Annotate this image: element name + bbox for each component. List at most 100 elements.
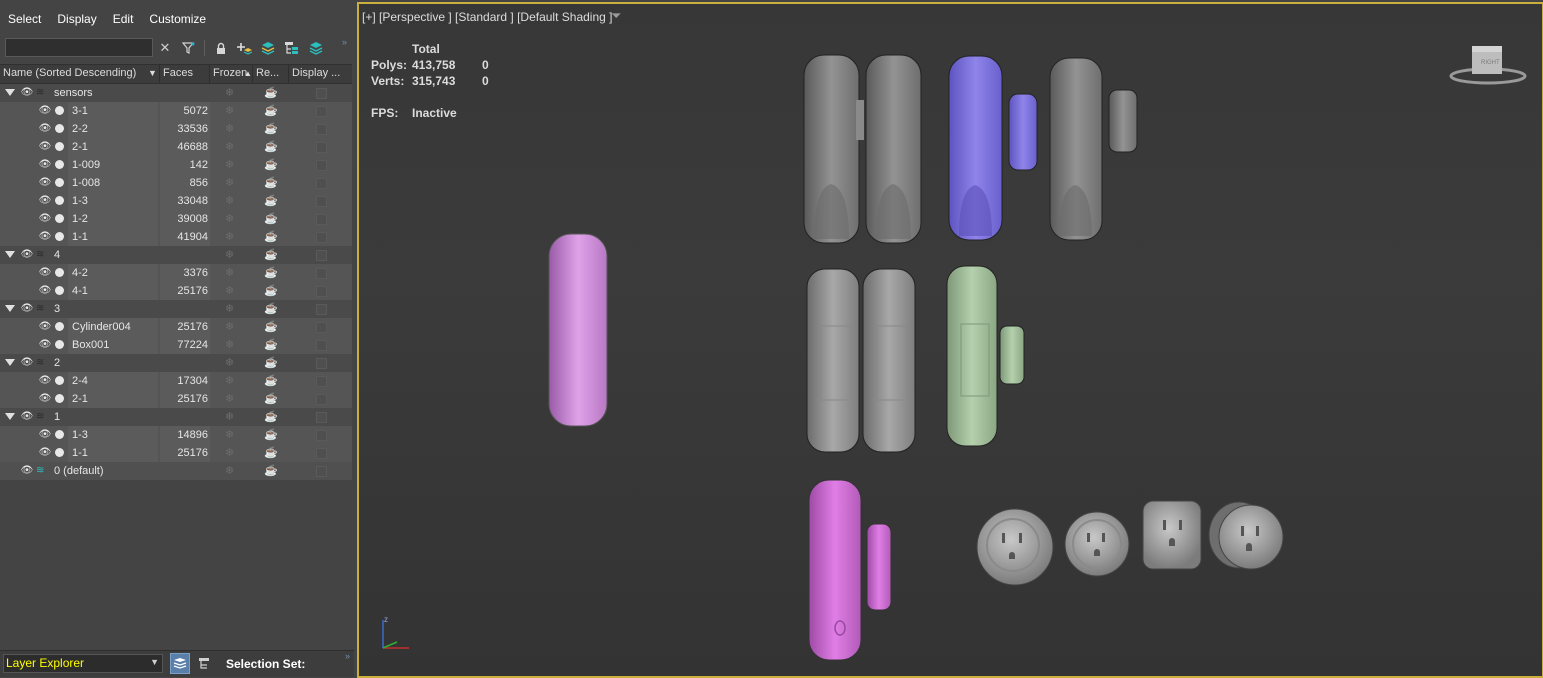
visibility-eye-icon[interactable]: 👁 xyxy=(38,320,52,333)
object-name[interactable]: 1-2 xyxy=(72,213,88,225)
freeze-icon[interactable]: ❄ xyxy=(225,374,234,387)
col-faces[interactable]: Faces xyxy=(163,67,193,79)
lock-icon[interactable] xyxy=(212,39,230,57)
render-teapot-icon[interactable]: ☕ xyxy=(264,392,278,405)
more-icon[interactable]: » xyxy=(345,651,350,661)
more-icon[interactable]: » xyxy=(342,37,347,47)
object-name[interactable]: 4-2 xyxy=(72,267,88,279)
freeze-icon[interactable]: ❄ xyxy=(225,122,234,135)
menu-edit[interactable]: Edit xyxy=(105,10,142,34)
display-box-icon[interactable] xyxy=(316,322,327,333)
display-box-icon[interactable] xyxy=(316,178,327,189)
object-row[interactable]: 👁 1-009 142 ❄ ☕ xyxy=(0,156,352,174)
object-row[interactable]: 👁 2-1 25176 ❄ ☕ xyxy=(0,390,352,408)
render-teapot-icon[interactable]: ☕ xyxy=(264,140,278,153)
sensor-model[interactable] xyxy=(946,265,1025,447)
object-row[interactable]: 👁 1-008 856 ❄ ☕ xyxy=(0,174,352,192)
display-box-icon[interactable] xyxy=(316,358,327,369)
display-box-icon[interactable] xyxy=(316,376,327,387)
render-teapot-icon[interactable]: ☕ xyxy=(264,284,278,297)
render-teapot-icon[interactable]: ☕ xyxy=(264,230,278,243)
freeze-icon[interactable]: ❄ xyxy=(225,428,234,441)
freeze-icon[interactable]: ❄ xyxy=(225,410,234,423)
freeze-icon[interactable]: ❄ xyxy=(225,302,234,315)
sensor-model[interactable] xyxy=(803,54,864,244)
visibility-eye-icon[interactable]: 👁 xyxy=(38,158,52,171)
menu-customize[interactable]: Customize xyxy=(141,10,214,34)
freeze-icon[interactable]: ❄ xyxy=(225,446,234,459)
layer-row[interactable]: 👁 ≋ 1 ❄ ☕ xyxy=(0,408,352,426)
freeze-icon[interactable]: ❄ xyxy=(225,104,234,117)
object-row[interactable]: 👁 1-1 25176 ❄ ☕ xyxy=(0,444,352,462)
layer-row[interactable]: 👁 ≋ 3 ❄ ☕ xyxy=(0,300,352,318)
display-box-icon[interactable] xyxy=(316,340,327,351)
menu-select[interactable]: Select xyxy=(0,10,49,34)
display-box-icon[interactable] xyxy=(316,286,327,297)
render-teapot-icon[interactable]: ☕ xyxy=(264,104,278,117)
sensor-model[interactable] xyxy=(806,268,860,453)
visibility-eye-icon[interactable]: 👁 xyxy=(38,212,52,225)
visibility-eye-icon[interactable]: 👁 xyxy=(38,176,52,189)
freeze-icon[interactable]: ❄ xyxy=(225,158,234,171)
outlet-model[interactable] xyxy=(1208,501,1284,570)
render-teapot-icon[interactable]: ☕ xyxy=(264,158,278,171)
render-teapot-icon[interactable]: ☕ xyxy=(264,302,278,315)
layer-row[interactable]: 👁 ≋ 0 (default) ❄ ☕ xyxy=(0,462,352,480)
visibility-eye-icon[interactable]: 👁 xyxy=(38,374,52,387)
explorer-dropdown[interactable]: Layer Explorer ▼ xyxy=(3,654,163,673)
hierarchy-icon[interactable] xyxy=(283,39,301,57)
display-box-icon[interactable] xyxy=(316,232,327,243)
object-row[interactable]: 👁 1-3 14896 ❄ ☕ xyxy=(0,426,352,444)
add-to-layer-icon[interactable] xyxy=(235,39,253,57)
visibility-eye-icon[interactable]: 👁 xyxy=(38,392,52,405)
visibility-eye-icon[interactable]: 👁 xyxy=(38,230,52,243)
menu-display[interactable]: Display xyxy=(49,10,104,34)
visibility-eye-icon[interactable]: 👁 xyxy=(20,302,34,315)
visibility-eye-icon[interactable]: 👁 xyxy=(38,266,52,279)
visibility-eye-icon[interactable]: 👁 xyxy=(38,104,52,117)
visibility-eye-icon[interactable]: 👁 xyxy=(38,194,52,207)
render-teapot-icon[interactable]: ☕ xyxy=(264,176,278,189)
hierarchy-mode-button[interactable] xyxy=(195,653,215,674)
expand-arrow-icon[interactable] xyxy=(5,305,15,312)
visibility-eye-icon[interactable]: 👁 xyxy=(38,446,52,459)
freeze-icon[interactable]: ❄ xyxy=(225,140,234,153)
layer-stack-icon[interactable] xyxy=(307,39,325,57)
object-name[interactable]: 1-008 xyxy=(72,177,100,189)
layer-name[interactable]: 4 xyxy=(54,249,60,261)
display-box-icon[interactable] xyxy=(316,304,327,315)
object-name[interactable]: 4-1 xyxy=(72,285,88,297)
display-box-icon[interactable] xyxy=(316,124,327,135)
freeze-icon[interactable]: ❄ xyxy=(225,320,234,333)
visibility-eye-icon[interactable]: 👁 xyxy=(20,248,34,261)
object-row[interactable]: 👁 3-1 5072 ❄ ☕ xyxy=(0,102,352,120)
layer-row[interactable]: 👁 ≋ sensors ❄ ☕ xyxy=(0,84,352,102)
display-box-icon[interactable] xyxy=(316,160,327,171)
freeze-icon[interactable]: ❄ xyxy=(225,356,234,369)
display-box-icon[interactable] xyxy=(316,412,327,423)
visibility-eye-icon[interactable]: 👁 xyxy=(20,86,34,99)
object-name[interactable]: 1-1 xyxy=(72,231,88,243)
sensor-model[interactable] xyxy=(865,54,922,244)
layer-row[interactable]: 👁 ≋ 2 ❄ ☕ xyxy=(0,354,352,372)
sensor-model[interactable] xyxy=(862,268,916,453)
display-box-icon[interactable] xyxy=(316,448,327,459)
freeze-icon[interactable]: ❄ xyxy=(225,176,234,189)
render-teapot-icon[interactable]: ☕ xyxy=(264,464,278,477)
object-name[interactable]: 1-1 xyxy=(72,447,88,459)
freeze-icon[interactable]: ❄ xyxy=(225,266,234,279)
display-box-icon[interactable] xyxy=(316,394,327,405)
col-display[interactable]: Display ... xyxy=(292,67,340,79)
display-box-icon[interactable] xyxy=(316,88,327,99)
object-name[interactable]: 1-009 xyxy=(72,159,100,171)
layer-name[interactable]: 2 xyxy=(54,357,60,369)
freeze-icon[interactable]: ❄ xyxy=(225,194,234,207)
object-name[interactable]: 3-1 xyxy=(72,105,88,117)
visibility-eye-icon[interactable]: 👁 xyxy=(38,140,52,153)
layer-name[interactable]: 3 xyxy=(54,303,60,315)
object-row[interactable]: 👁 1-2 39008 ❄ ☕ xyxy=(0,210,352,228)
object-row[interactable]: 👁 2-1 46688 ❄ ☕ xyxy=(0,138,352,156)
object-row[interactable]: 👁 1-1 41904 ❄ ☕ xyxy=(0,228,352,246)
render-teapot-icon[interactable]: ☕ xyxy=(264,320,278,333)
object-name[interactable]: 2-1 xyxy=(72,141,88,153)
